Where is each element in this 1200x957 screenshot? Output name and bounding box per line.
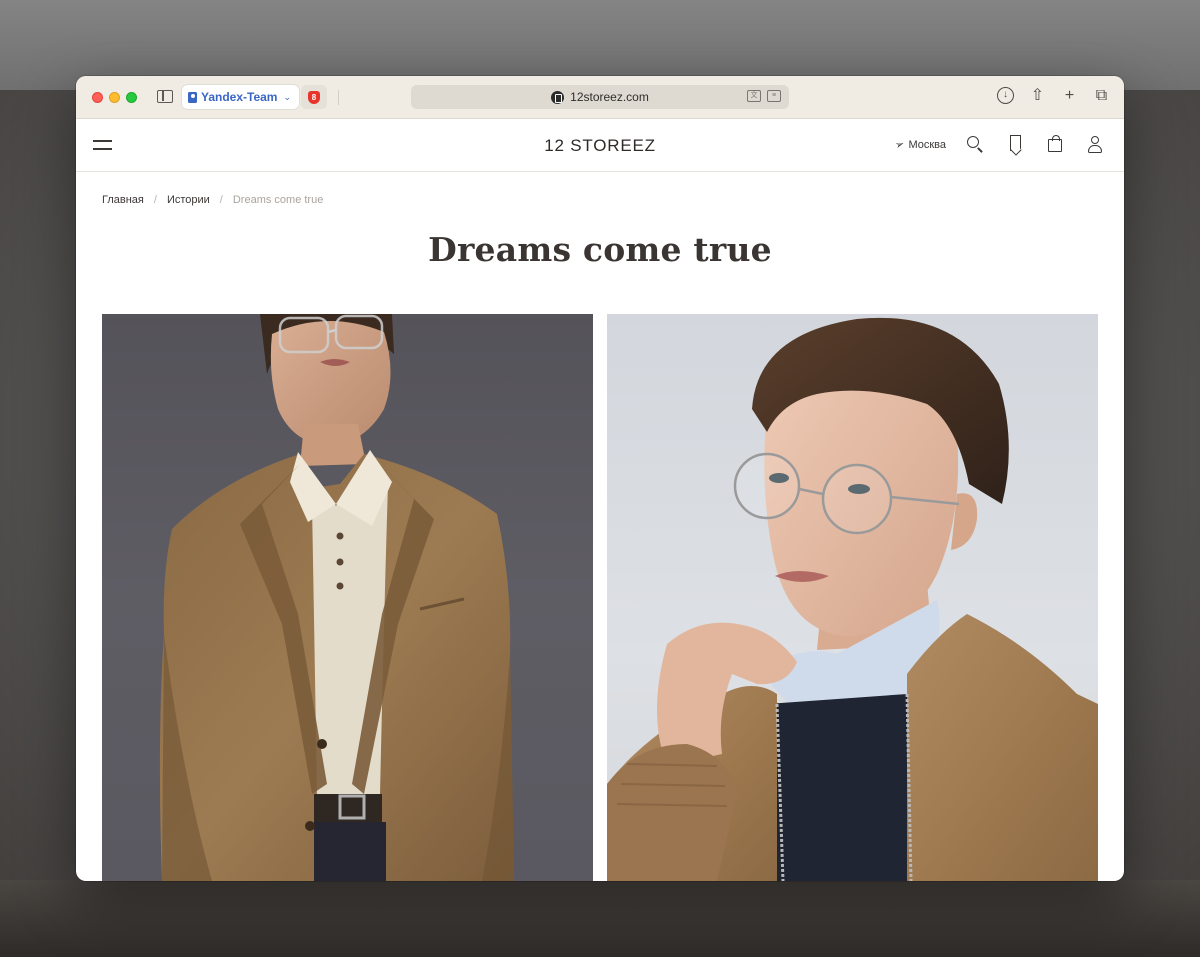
- address-bar[interactable]: 12storeez.com 文 ≡: [411, 85, 789, 109]
- backdrop-bottom: [0, 880, 1200, 957]
- location-arrow-icon: ➢: [893, 137, 907, 153]
- breadcrumb-separator: /: [219, 194, 223, 206]
- photo-left-illustration: [159, 314, 514, 881]
- url-text: 12storeez.com: [570, 90, 649, 104]
- new-tab-icon[interactable]: +: [1061, 87, 1078, 104]
- breadcrumb-home[interactable]: Главная: [102, 194, 144, 206]
- city-label: Москва: [908, 138, 946, 151]
- profile-badge-icon: [188, 91, 197, 103]
- city-selector[interactable]: ➢ Москва: [893, 137, 946, 153]
- extension-button[interactable]: 8: [301, 85, 327, 109]
- chevron-down-icon: ⌄: [283, 91, 292, 102]
- close-window-button[interactable]: [92, 92, 103, 103]
- breadcrumb: Главная / Истории / Dreams come true: [102, 194, 323, 206]
- reader-mode-icon[interactable]: ≡: [767, 90, 781, 102]
- toolbar-divider: [338, 90, 339, 105]
- translate-icon[interactable]: 文: [747, 90, 761, 102]
- story-photo-right[interactable]: [607, 314, 1098, 881]
- profile-label: Yandex-Team: [201, 90, 278, 104]
- downloads-icon[interactable]: ↓: [997, 87, 1014, 104]
- browser-toolbar: Yandex-Team ⌄ 8 12storeez.com 文 ≡ ↓ ⇧ + …: [76, 76, 1124, 119]
- browser-window: Yandex-Team ⌄ 8 12storeez.com 文 ≡ ↓ ⇧ + …: [76, 76, 1124, 881]
- shield-extension-icon: 8: [308, 90, 320, 104]
- sidebar-toggle-icon[interactable]: [157, 90, 173, 103]
- bookmark-icon[interactable]: [1005, 134, 1026, 155]
- breadcrumb-stories[interactable]: Истории: [167, 194, 210, 206]
- search-icon[interactable]: [965, 134, 986, 155]
- page-title: Dreams come true: [428, 230, 772, 269]
- photo-right-illustration: [607, 317, 1098, 881]
- story-photo-left[interactable]: [102, 314, 593, 881]
- bag-icon[interactable]: [1045, 134, 1066, 155]
- share-icon[interactable]: ⇧: [1029, 87, 1046, 104]
- site-favicon-icon: [551, 90, 565, 104]
- tab-overview-icon[interactable]: ⧉: [1093, 87, 1110, 104]
- breadcrumb-current: Dreams come true: [232, 194, 324, 206]
- breadcrumb-separator: /: [153, 194, 157, 206]
- profile-switcher[interactable]: Yandex-Team ⌄: [182, 85, 300, 109]
- maximize-window-button[interactable]: [126, 92, 137, 103]
- minimize-window-button[interactable]: [109, 92, 120, 103]
- site-header: 12 STOREEZ ➢ Москва: [76, 119, 1124, 172]
- user-icon[interactable]: [1085, 134, 1106, 155]
